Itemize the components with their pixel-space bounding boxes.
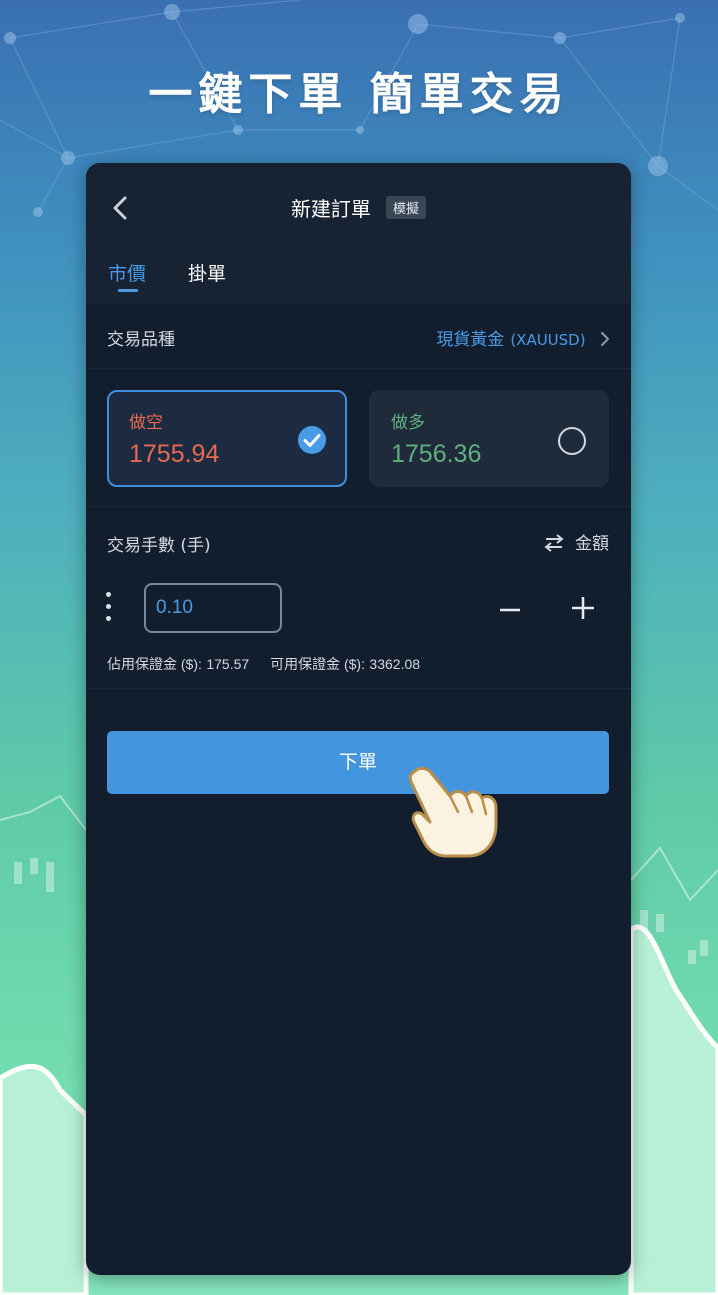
lots-input[interactable]	[144, 583, 282, 633]
lots-section: 交易手數 (手) 金額 佔用保證金 ($): 175.57 可用保證金 ($):…	[86, 507, 631, 689]
radio-empty-icon	[558, 427, 586, 455]
buy-price: 1756.36	[391, 440, 482, 468]
order-type-tabs: 市價 掛單	[86, 237, 631, 303]
buy-label: 做多	[391, 413, 425, 433]
pointing-hand-icon	[408, 766, 498, 858]
sell-label: 做空	[129, 413, 163, 433]
plus-icon[interactable]	[568, 593, 598, 623]
margin-info: 佔用保證金 ($): 175.57 可用保證金 ($): 3362.08	[107, 654, 420, 674]
sell-price: 1755.94	[129, 440, 220, 468]
available-margin-value: 3362.08	[369, 656, 421, 672]
drag-dots-icon[interactable]	[104, 592, 114, 626]
used-margin-label: 佔用保證金 ($):	[107, 656, 202, 672]
demo-badge: 模擬	[386, 196, 427, 219]
place-order-button[interactable]: 下單	[107, 731, 609, 794]
product-row: 交易品種 現貨黃金 (XAUUSD)	[86, 303, 631, 369]
hero-title: 一鍵下單 簡單交易	[148, 69, 570, 120]
check-circle-icon	[298, 426, 326, 454]
page-title: 新建訂單	[290, 197, 371, 221]
amount-toggle-button[interactable]: 金額	[543, 529, 609, 554]
available-margin-label: 可用保證金 ($):	[270, 656, 365, 672]
product-code: (XAUUSD)	[510, 331, 586, 349]
chevron-right-icon	[600, 331, 610, 347]
swap-arrows-icon	[544, 534, 564, 552]
sell-card[interactable]: 做空 1755.94	[107, 390, 347, 487]
amount-toggle-label: 金額	[575, 534, 609, 554]
lots-label: 交易手數 (手)	[107, 536, 211, 556]
product-selector[interactable]: 現貨黃金 (XAUUSD)	[436, 325, 611, 350]
product-label: 交易品種	[107, 330, 175, 350]
tab-pending-order[interactable]: 掛單	[188, 259, 226, 286]
header-title-group: 新建訂單 模擬	[86, 193, 631, 222]
order-screen: 新建訂單 模擬 市價 掛單 交易品種 現貨黃金 (XAUUSD) 做空 1755.…	[86, 163, 631, 1275]
buy-card[interactable]: 做多 1756.36	[369, 390, 609, 487]
active-tab-indicator	[118, 289, 138, 292]
product-name: 現貨黃金	[436, 330, 505, 350]
minus-icon[interactable]	[495, 595, 525, 625]
tab-market-order[interactable]: 市價	[108, 259, 146, 286]
direction-cards: 做空 1755.94 做多 1756.36	[86, 369, 631, 507]
used-margin-value: 175.57	[206, 656, 250, 672]
